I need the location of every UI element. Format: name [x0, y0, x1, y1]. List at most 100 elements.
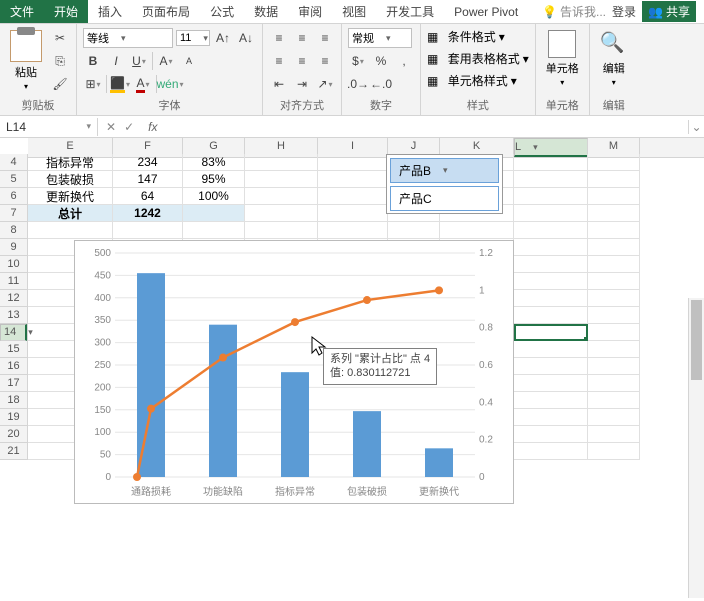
cells-button[interactable]: 单元格▾ [542, 28, 583, 89]
cell-L20[interactable] [514, 426, 588, 443]
row-header-11[interactable]: 11 [0, 273, 27, 290]
cell-H8[interactable] [245, 222, 318, 239]
cell-L13[interactable] [514, 307, 588, 324]
phonetic-button[interactable]: wén [160, 74, 180, 94]
tab-home[interactable]: 开始 [44, 0, 88, 23]
cell-M4[interactable] [588, 154, 640, 171]
formula-bar[interactable] [163, 125, 688, 129]
vertical-scrollbar[interactable] [688, 298, 704, 598]
row-header-10[interactable]: 10 [0, 256, 27, 273]
row-header-17[interactable]: 17 [0, 375, 27, 392]
cell-L10[interactable] [514, 256, 588, 273]
cell-G6[interactable]: 100% [183, 188, 245, 205]
orientation-button[interactable]: ↗ [315, 74, 335, 94]
row-header-5[interactable]: 5 [0, 171, 27, 188]
row-header-14[interactable]: 14 [0, 324, 27, 341]
tab-powerpivot[interactable]: Power Pivot [444, 0, 528, 23]
cell-L5[interactable] [514, 171, 588, 188]
font-shrink-button[interactable]: A [179, 51, 199, 71]
cell-I6[interactable] [318, 188, 388, 205]
editing-button[interactable]: 🔍编辑▾ [596, 28, 632, 89]
cell-styles-button[interactable]: ▦ 单元格样式 ▾ [427, 72, 517, 89]
row-header-15[interactable]: 15 [0, 341, 27, 358]
cell-M9[interactable] [588, 239, 640, 256]
cell-F7[interactable]: 1242 [113, 205, 183, 222]
tab-review[interactable]: 审阅 [288, 0, 332, 23]
number-format-select[interactable]: 常规 [348, 28, 412, 48]
cell-K8[interactable] [440, 222, 514, 239]
cell-M8[interactable] [588, 222, 640, 239]
login-link[interactable]: 登录 [612, 3, 636, 20]
row-header-16[interactable]: 16 [0, 358, 27, 375]
align-center-button[interactable]: ≡ [292, 51, 312, 71]
underline-button[interactable]: U [129, 51, 149, 71]
align-left-button[interactable]: ≡ [269, 51, 289, 71]
row-header-21[interactable]: 21 [0, 443, 27, 460]
cell-M7[interactable] [588, 205, 640, 222]
cell-M14[interactable] [588, 324, 640, 341]
cancel-formula-icon[interactable]: ✕ [106, 120, 116, 134]
cell-I8[interactable] [318, 222, 388, 239]
align-middle-button[interactable]: ≡ [292, 28, 312, 48]
cell-H6[interactable] [245, 188, 318, 205]
increase-font-button[interactable]: A↑ [213, 28, 233, 48]
row-header-6[interactable]: 6 [0, 188, 27, 205]
align-bottom-button[interactable]: ≡ [315, 28, 335, 48]
expand-formula-bar[interactable]: ⌄ [688, 120, 704, 134]
percent-button[interactable]: % [371, 51, 391, 71]
paste-button[interactable]: 粘贴▾ [6, 28, 46, 93]
cell-L9[interactable] [514, 239, 588, 256]
increase-decimal-button[interactable]: .0→ [348, 74, 368, 94]
cell-L19[interactable] [514, 409, 588, 426]
increase-indent-button[interactable]: ⇥ [292, 74, 312, 94]
cell-L8[interactable] [514, 222, 588, 239]
table-format-button[interactable]: ▦ 套用表格格式 ▾ [427, 50, 529, 67]
cell-E5[interactable]: 包装破损 [28, 171, 113, 188]
tab-data[interactable]: 数据 [244, 0, 288, 23]
cell-L14[interactable] [514, 324, 588, 341]
scroll-thumb[interactable] [691, 300, 702, 380]
tab-formula[interactable]: 公式 [200, 0, 244, 23]
name-box[interactable]: L14 [0, 118, 98, 136]
cell-L18[interactable] [514, 392, 588, 409]
pareto-chart[interactable]: 05010015020025030035040045050000.20.40.6… [74, 240, 514, 504]
format-painter-button[interactable]: 🖌 [50, 74, 70, 94]
cell-M13[interactable] [588, 307, 640, 324]
cell-M17[interactable] [588, 375, 640, 392]
slicer-item[interactable]: 产品C [390, 186, 499, 211]
cell-E4[interactable]: 指标异常 [28, 154, 113, 171]
cell-M10[interactable] [588, 256, 640, 273]
cell-M6[interactable] [588, 188, 640, 205]
cell-I5[interactable] [318, 171, 388, 188]
row-header-12[interactable]: 12 [0, 290, 27, 307]
fx-icon[interactable]: fx [142, 120, 163, 134]
tab-view[interactable]: 视图 [332, 0, 376, 23]
slicer[interactable]: 产品B产品C [386, 154, 503, 214]
cell-M18[interactable] [588, 392, 640, 409]
cell-J8[interactable] [388, 222, 440, 239]
decrease-indent-button[interactable]: ⇤ [269, 74, 289, 94]
cell-M5[interactable] [588, 171, 640, 188]
conditional-format-button[interactable]: ▦ 条件格式 ▾ [427, 28, 505, 45]
cell-M21[interactable] [588, 443, 640, 460]
cell-M12[interactable] [588, 290, 640, 307]
cell-I4[interactable] [318, 154, 388, 171]
cell-F8[interactable] [113, 222, 183, 239]
row-header-9[interactable]: 9 [0, 239, 27, 256]
tell-me[interactable]: 💡告诉我... [542, 3, 606, 20]
font-size-select[interactable]: 11 [176, 30, 210, 46]
tab-dev[interactable]: 开发工具 [376, 0, 444, 23]
cell-L15[interactable] [514, 341, 588, 358]
cell-M19[interactable] [588, 409, 640, 426]
cell-I7[interactable] [318, 205, 388, 222]
cell-F6[interactable]: 64 [113, 188, 183, 205]
row-header-8[interactable]: 8 [0, 222, 27, 239]
cell-G8[interactable] [183, 222, 245, 239]
cell-E6[interactable]: 更新换代 [28, 188, 113, 205]
align-top-button[interactable]: ≡ [269, 28, 289, 48]
row-header-7[interactable]: 7 [0, 205, 27, 222]
tab-layout[interactable]: 页面布局 [132, 0, 200, 23]
cell-E7[interactable]: 总计 [28, 205, 113, 222]
cell-L11[interactable] [514, 273, 588, 290]
row-header-13[interactable]: 13 [0, 307, 27, 324]
